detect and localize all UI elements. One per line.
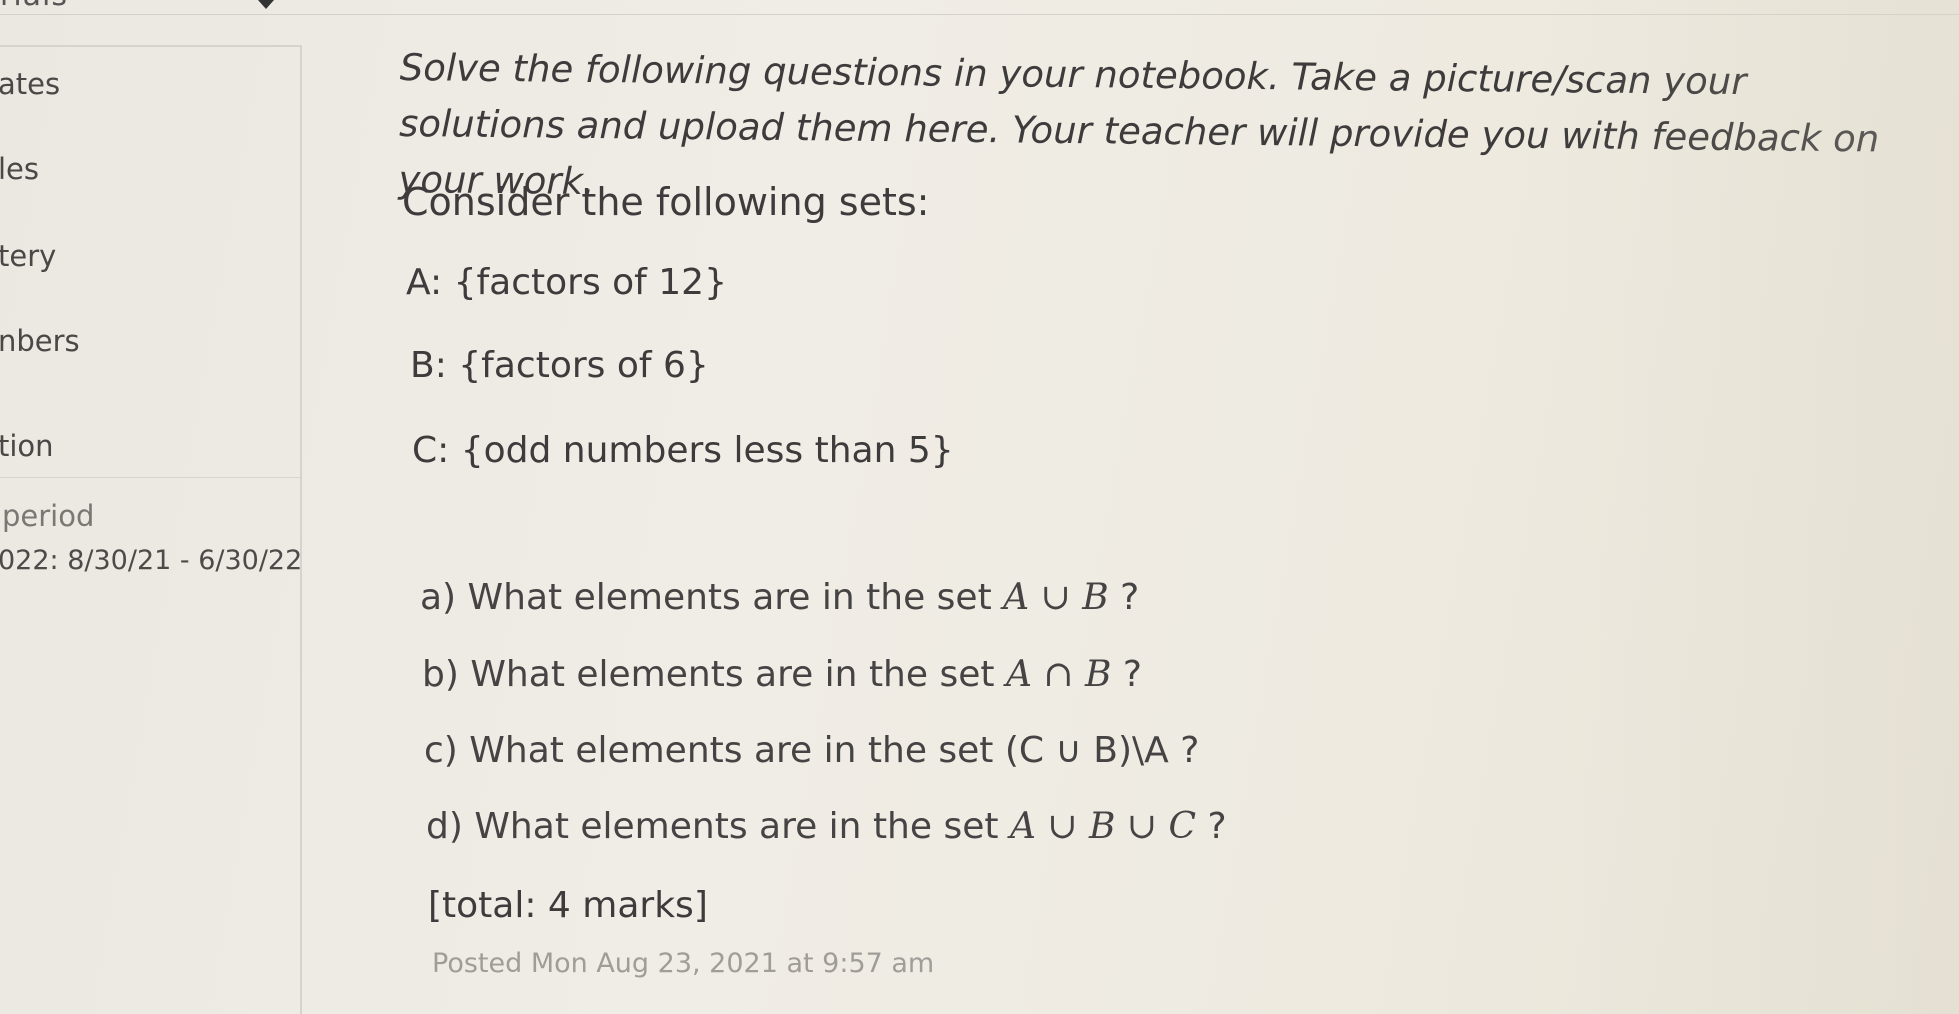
set-c-definition: C: {odd numbers less than 5} bbox=[412, 430, 954, 471]
question-a-suffix: ? bbox=[1108, 577, 1140, 618]
grading-period-label: period bbox=[2, 499, 95, 533]
grading-period-dates: 022: 8/30/21 - 6/30/22 bbox=[0, 545, 303, 576]
set-a-definition: A: {factors of 12} bbox=[406, 262, 727, 303]
question-b: b) What elements are in the set A ∩ B ? bbox=[422, 654, 1142, 695]
question-d-math: A ∪ B ∪ C bbox=[1009, 806, 1197, 847]
question-a-text: a) What elements are in the set bbox=[420, 577, 1004, 618]
sidebar-item-members[interactable]: nbers bbox=[0, 324, 80, 358]
question-b-math: A ∩ B bbox=[1005, 654, 1112, 695]
sidebar-item-modules[interactable]: les bbox=[0, 152, 39, 186]
top-cut-label: rials bbox=[0, 0, 68, 13]
assignment-page: rials ates les tery nbers tion period 02… bbox=[0, 0, 1959, 1014]
question-c: c) What elements are in the set (C ∪ B)\… bbox=[424, 730, 1199, 771]
sidebar-divider bbox=[0, 477, 300, 478]
question-b-suffix: ? bbox=[1111, 654, 1143, 695]
sidebar-item-updates[interactable]: ates bbox=[0, 67, 60, 101]
sidebar: ates les tery nbers tion period 022: 8/3… bbox=[0, 45, 302, 1014]
question-c-text: c) What elements are in the set (C ∪ B)\… bbox=[424, 730, 1200, 771]
question-d-text: d) What elements are in the set bbox=[426, 806, 1010, 847]
top-bar: rials bbox=[0, 0, 1959, 15]
total-marks: [total: 4 marks] bbox=[428, 885, 708, 926]
question-d: d) What elements are in the set A ∪ B ∪ … bbox=[426, 806, 1227, 847]
question-d-suffix: ? bbox=[1196, 806, 1227, 847]
posted-timestamp: Posted Mon Aug 23, 2021 at 9:57 am bbox=[432, 948, 935, 979]
set-b-definition: B: {factors of 6} bbox=[410, 345, 709, 386]
question-a: a) What elements are in the set A ∪ B ? bbox=[420, 577, 1139, 618]
question-a-math: A ∪ B bbox=[1003, 577, 1109, 618]
sidebar-item-information[interactable]: tion bbox=[0, 429, 54, 463]
sets-heading: Consider the following sets: bbox=[402, 180, 930, 224]
sidebar-item-mastery[interactable]: tery bbox=[0, 239, 56, 273]
caret-down-icon[interactable] bbox=[258, 0, 274, 9]
question-b-text: b) What elements are in the set bbox=[422, 654, 1006, 695]
